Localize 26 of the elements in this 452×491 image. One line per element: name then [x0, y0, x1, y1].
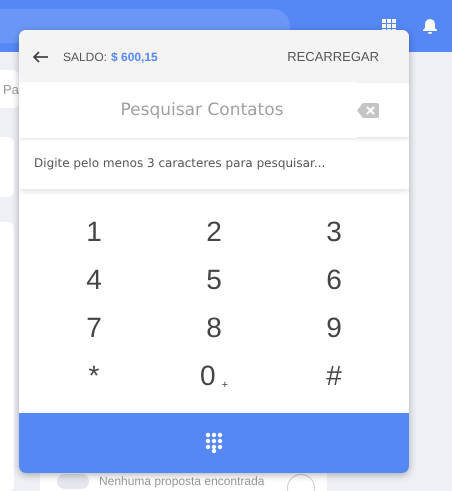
dial-key[interactable]: 8 — [154, 309, 274, 347]
dial-key[interactable]: 6 — [274, 261, 394, 299]
bell-icon[interactable] — [422, 18, 438, 34]
empty-message: Nenhuma proposta encontrada — [99, 474, 264, 488]
contact-search-field[interactable]: Pesquisar Contatos — [19, 82, 357, 138]
backspace-icon[interactable] — [357, 102, 379, 118]
dial-key[interactable]: 7 — [34, 309, 154, 347]
dial-key[interactable]: 5 — [154, 261, 274, 299]
dial-key[interactable]: 3 — [274, 213, 394, 251]
dial-key[interactable]: 4 — [34, 261, 154, 299]
dial-key[interactable]: 2 — [154, 213, 274, 251]
back-button[interactable] — [33, 50, 49, 62]
toggle-switch[interactable] — [57, 474, 89, 489]
search-placeholder: Pa — [2, 82, 19, 96]
dial-key[interactable]: * — [34, 357, 154, 395]
dial-key[interactable]: 1 — [34, 213, 154, 251]
balance-amount: $ 600,15 — [111, 50, 158, 64]
keypad-toggle-button[interactable] — [19, 413, 409, 473]
recharge-button[interactable]: RECARREGAR — [287, 49, 379, 64]
card-background — [0, 137, 14, 197]
dial-key[interactable]: # — [274, 357, 394, 395]
dial-key[interactable]: 9 — [274, 309, 394, 347]
dialpad-icon — [205, 432, 223, 454]
balance-label: SALDO: — [63, 50, 108, 64]
hint-text: Digite pelo menos 3 caracteres para pesquisar... — [19, 137, 409, 189]
dial-key[interactable]: 0 + — [154, 357, 274, 395]
